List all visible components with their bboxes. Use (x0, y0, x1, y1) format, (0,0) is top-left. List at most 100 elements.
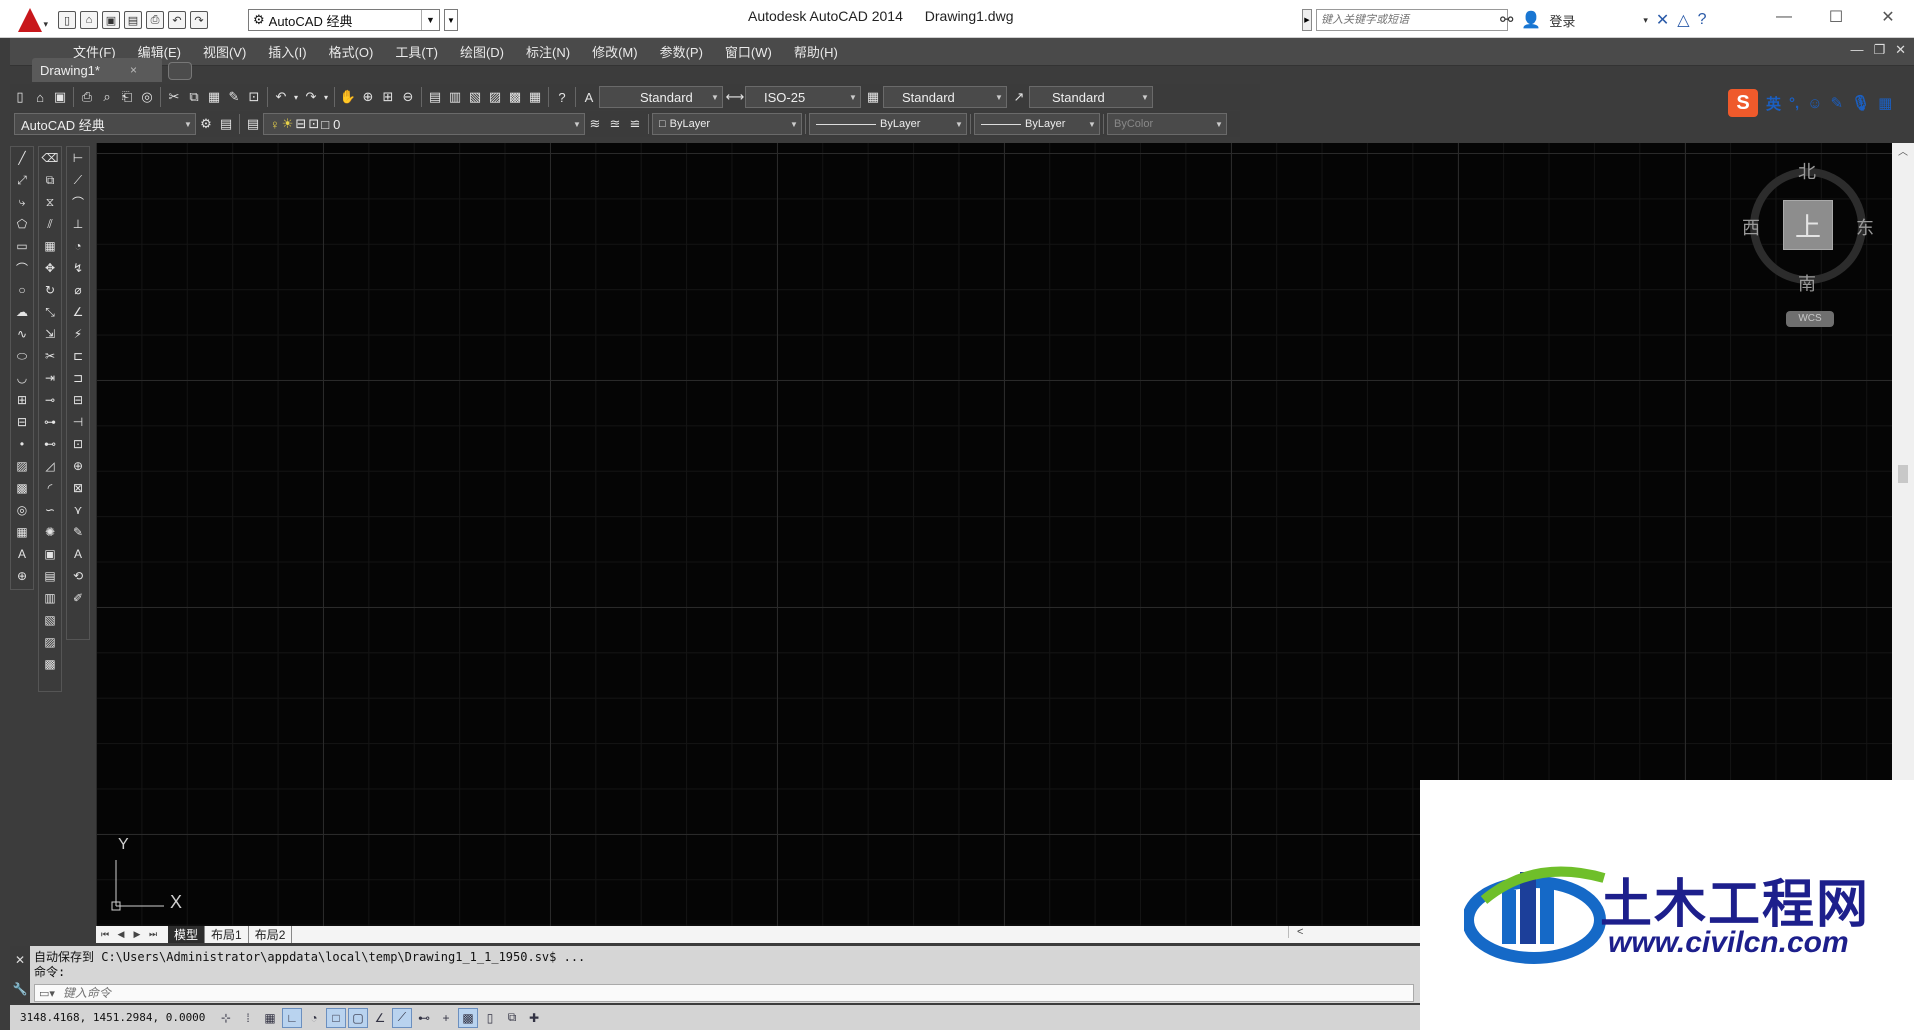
menu-item-6[interactable]: 绘图(D) (449, 42, 515, 61)
new-tab-button[interactable] (168, 62, 192, 80)
inspection-icon[interactable]: ⊠ (68, 477, 88, 499)
redo-icon[interactable]: ↷ (190, 11, 208, 29)
binoculars-icon[interactable]: ⚯ (1500, 10, 1513, 30)
table-icon[interactable]: ▦ (12, 521, 32, 543)
emoji-icon[interactable]: ☺ (1807, 95, 1822, 112)
object-snap-icon[interactable]: □ (326, 1007, 346, 1028)
scroll-left-icon[interactable]: < (1288, 926, 1303, 938)
fillet-icon[interactable]: ◜ (40, 477, 60, 499)
cut-icon[interactable]: ✂ (164, 87, 184, 107)
rectangle-icon[interactable]: ▭ (12, 235, 32, 257)
selection-cycling-icon[interactable]: ⧉ (502, 1008, 522, 1028)
layer-state-icon[interactable]: ≌ (625, 114, 645, 134)
compass-west[interactable]: 西 (1742, 214, 1760, 240)
menu-item-3[interactable]: 插入(I) (257, 42, 317, 61)
baseline-dimension-icon[interactable]: ⊏ (68, 345, 88, 367)
help-icon[interactable]: ? (1698, 11, 1707, 29)
dimension-style-icon[interactable]: ✐ (68, 587, 88, 609)
copy-icon[interactable]: ⧉ (184, 87, 204, 107)
help-icon[interactable]: ? (552, 87, 572, 107)
angular-dimension-icon[interactable]: ∠ (68, 301, 88, 323)
multiline-text-icon[interactable]: A (12, 543, 32, 565)
first-layout-icon[interactable]: ⏮ (98, 929, 112, 940)
compass-south[interactable]: 南 (1798, 270, 1816, 296)
minimize-document-button[interactable]: — (1850, 42, 1863, 58)
tool-palettes-icon[interactable]: ▧ (465, 87, 485, 107)
arc-icon[interactable]: ⌒ (12, 257, 32, 279)
sheet-set-icon[interactable]: ▨ (485, 87, 505, 107)
scroll-up-icon[interactable]: ︿ (1892, 143, 1914, 159)
polyline-icon[interactable]: ⤷ (12, 191, 32, 213)
transparency-icon[interactable]: ▩ (458, 1007, 478, 1028)
multileader-style-icon[interactable]: ↗ (1009, 87, 1029, 107)
close-icon[interactable]: ✕ (15, 953, 25, 967)
tab-layout2[interactable]: 布局2 (249, 926, 293, 943)
customize-workspace-icon[interactable]: ▤ (216, 114, 236, 134)
dimension-text-edit-icon[interactable]: A (68, 543, 88, 565)
dimension-edit-icon[interactable]: ✎ (68, 521, 88, 543)
workspace-select[interactable]: ⚙ AutoCAD 经典 ▼ (248, 9, 440, 31)
linetype-select[interactable]: ByLayer ▼ (809, 113, 967, 135)
menu-item-8[interactable]: 修改(M) (581, 42, 649, 61)
save-as-icon[interactable]: ▤ (124, 11, 142, 29)
center-mark-icon[interactable]: ⊕ (68, 455, 88, 477)
properties-icon[interactable]: ▤ (425, 87, 445, 107)
point-icon[interactable]: • (12, 433, 32, 455)
plot-icon[interactable]: ⎙ (146, 11, 164, 29)
viewcube-top-face[interactable]: 上 (1783, 200, 1833, 250)
punctuation-icon[interactable]: °, (1789, 95, 1799, 112)
hatch-icon[interactable]: ▨ (12, 455, 32, 477)
trim-icon[interactable]: ✂ (40, 345, 60, 367)
close-icon[interactable]: × (130, 63, 137, 77)
menu-item-10[interactable]: 窗口(W) (714, 42, 783, 61)
close-window-button[interactable]: ✕ (1862, 0, 1914, 34)
line-icon[interactable]: ╱ (12, 147, 32, 169)
next-layout-icon[interactable]: ▶ (130, 929, 144, 940)
dimension-space-icon[interactable]: ⊟ (68, 389, 88, 411)
dimension-style-select[interactable]: ISO-25 ▼ (745, 86, 861, 108)
make-object-layer-current-icon[interactable]: ≋ (585, 114, 605, 134)
open-icon[interactable]: ⌂ (30, 87, 50, 107)
layer-select[interactable]: ♀ ☀ ⊟ ⊡ □ 0 ▼ (263, 113, 585, 135)
new-icon[interactable]: ▯ (58, 11, 76, 29)
move-icon[interactable]: ✥ (40, 257, 60, 279)
object-snap-tracking-icon[interactable]: ∠ (370, 1008, 390, 1028)
snap-mode-icon[interactable]: ⁞ (238, 1008, 258, 1028)
aligned-dimension-icon[interactable]: ⟋ (68, 169, 88, 191)
chamfer-icon[interactable]: ◿ (40, 455, 60, 477)
layer-previous-icon[interactable]: ≊ (605, 114, 625, 134)
continue-dimension-icon[interactable]: ⊐ (68, 367, 88, 389)
copy-object-icon[interactable]: ⧉ (40, 169, 60, 191)
chevron-down-icon[interactable]: ▾ (321, 87, 331, 107)
jogged-dimension-icon[interactable]: ↯ (68, 257, 88, 279)
layer-properties-icon[interactable]: ▤ (243, 114, 263, 134)
construction-line-icon[interactable]: ⤢ (12, 169, 32, 191)
ordinate-dimension-icon[interactable]: ⊥ (68, 213, 88, 235)
restore-document-button[interactable]: ❐ (1873, 42, 1885, 58)
wrench-icon[interactable]: 🔧 (13, 982, 28, 996)
extend-icon[interactable]: ⇥ (40, 367, 60, 389)
erase-icon[interactable]: ⌫ (40, 147, 60, 169)
break-at-point-icon[interactable]: ⊸ (40, 389, 60, 411)
help-search-input[interactable] (1316, 9, 1508, 31)
spline-icon[interactable]: ∿ (12, 323, 32, 345)
match-properties-icon[interactable]: ✎ (224, 87, 244, 107)
menu-item-11[interactable]: 帮助(H) (783, 42, 849, 61)
quick-properties-icon[interactable]: ▯ (480, 1008, 500, 1028)
maximize-button[interactable]: ☐ (1810, 0, 1862, 34)
application-menu-button[interactable]: ▾ (10, 4, 50, 36)
add-selected-icon[interactable]: ⊕ (12, 565, 32, 587)
circle-icon[interactable]: ○ (12, 279, 32, 301)
table-style-select[interactable]: Standard ▼ (883, 86, 1007, 108)
text-style-select[interactable]: Standard ▼ (599, 86, 723, 108)
microphone-icon[interactable]: 🎙 (1851, 94, 1870, 112)
redo-icon[interactable]: ↷ (301, 87, 321, 107)
blend-curves-icon[interactable]: ∽ (40, 499, 60, 521)
command-input[interactable] (62, 986, 663, 1000)
command-prompt-icon[interactable]: ▭▾ (39, 987, 55, 1000)
dimension-style-icon[interactable]: ⟷ (725, 87, 745, 107)
send-hatch-back-icon[interactable]: ▩ (40, 653, 60, 675)
linear-dimension-icon[interactable]: ⊢ (68, 147, 88, 169)
plot-preview-icon[interactable]: ⌕ (97, 87, 117, 107)
offset-icon[interactable]: ⫽ (40, 213, 60, 235)
